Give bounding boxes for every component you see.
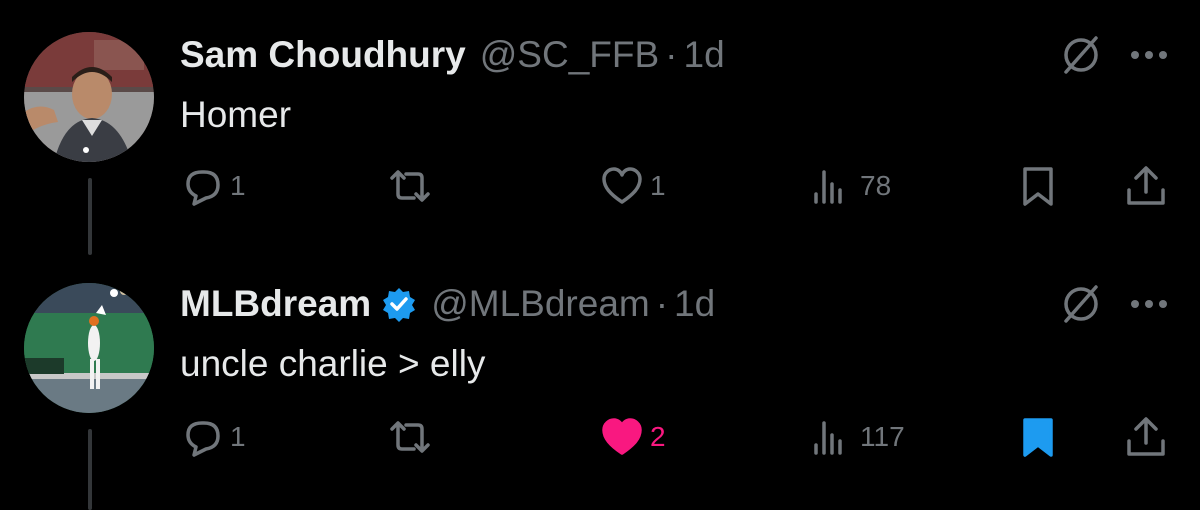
like-icon — [602, 418, 642, 455]
display-name[interactable]: MLBdream — [180, 283, 371, 325]
like-button[interactable]: 2 — [600, 415, 666, 459]
user-handle[interactable]: @SC_FFB — [480, 34, 659, 76]
timestamp[interactable]: 1d — [674, 283, 715, 325]
tweet[interactable]: Sam Choudhury @SC_FFB · 1d Homer 1 1 78 — [0, 0, 1200, 255]
share-button[interactable] — [1124, 415, 1168, 459]
action-bar: 1 2 117 — [0, 415, 1200, 465]
views-button[interactable]: 78 — [810, 164, 891, 208]
action-bar: 1 1 78 — [0, 164, 1200, 214]
reply-icon — [186, 421, 220, 457]
retweet-icon — [390, 170, 430, 202]
tweet-header: Sam Choudhury @SC_FFB · 1d — [180, 34, 725, 76]
bookmark-button[interactable] — [1016, 415, 1060, 459]
view-count: 78 — [860, 170, 892, 201]
share-icon — [1127, 417, 1165, 456]
reply-button[interactable]: 1 — [180, 164, 246, 208]
views-icon — [814, 170, 842, 204]
reply-button[interactable]: 1 — [180, 415, 246, 459]
like-count: 2 — [650, 421, 666, 452]
timestamp[interactable]: 1d — [684, 34, 725, 76]
like-count: 1 — [650, 170, 666, 201]
separator-dot: · — [665, 34, 678, 75]
like-icon — [602, 167, 642, 204]
display-name[interactable]: Sam Choudhury — [180, 34, 466, 76]
avatar[interactable] — [24, 32, 154, 162]
like-button[interactable]: 1 — [600, 164, 666, 208]
reply-count: 1 — [230, 421, 246, 452]
retweet-icon — [390, 421, 430, 453]
bookmark-icon — [1023, 418, 1053, 457]
tweet-text: Homer — [180, 94, 292, 135]
tweet[interactable]: MLBdream @MLBdream · 1d uncle charlie > … — [0, 255, 1200, 510]
separator-dot: · — [655, 283, 669, 324]
reply-count: 1 — [230, 170, 246, 201]
retweet-button[interactable] — [388, 164, 438, 208]
avatar[interactable] — [24, 283, 154, 413]
grok-icon[interactable] — [1060, 283, 1102, 325]
views-icon — [814, 421, 842, 455]
reply-icon — [186, 170, 220, 206]
verified-badge-icon[interactable] — [381, 286, 417, 322]
views-button[interactable]: 117 — [810, 415, 905, 459]
more-icon[interactable] — [1128, 48, 1170, 62]
more-icon[interactable] — [1128, 297, 1170, 311]
bookmark-button[interactable] — [1016, 164, 1060, 208]
share-button[interactable] — [1124, 164, 1168, 208]
tweet-text: uncle charlie > elly — [180, 343, 486, 384]
retweet-button[interactable] — [388, 415, 438, 459]
tweet-header: MLBdream @MLBdream · 1d — [180, 283, 715, 325]
view-count: 117 — [860, 421, 905, 452]
avatar-image — [24, 283, 154, 413]
user-handle[interactable]: @MLBdream — [431, 283, 650, 325]
avatar-image — [24, 32, 154, 162]
grok-icon[interactable] — [1060, 34, 1102, 76]
bookmark-icon — [1023, 167, 1053, 206]
share-icon — [1127, 166, 1165, 205]
